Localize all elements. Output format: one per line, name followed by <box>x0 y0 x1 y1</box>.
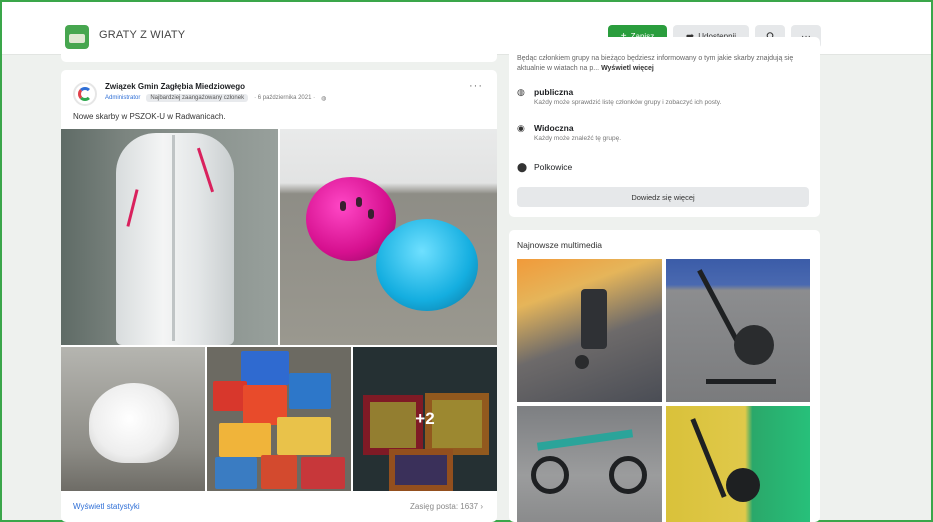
helmet-vent <box>340 201 346 211</box>
about-visibility-desc: Każdy może znaleźć tę grupę. <box>534 135 622 142</box>
globe-icon: ◍ <box>321 95 327 102</box>
bike-frame <box>690 418 727 498</box>
media-thumb-exercise-bike[interactable] <box>666 259 810 402</box>
about-privacy-title: publiczna <box>534 87 574 97</box>
game-box <box>215 457 257 489</box>
flywheel-shape <box>734 325 774 365</box>
helmet-vent <box>368 209 374 219</box>
post-text: Nowe skarby w PSZOK-U w Radwanicach. <box>73 112 226 121</box>
recent-media-card: Najnowsze multimedia <box>509 230 820 522</box>
eye-icon: ◉ <box>517 123 525 133</box>
author-role: Administrator <box>105 95 141 101</box>
chevron-right-icon: › <box>480 502 483 511</box>
balance-bike-frame <box>536 429 634 451</box>
post-meta: Administrator Najbardziej zaangażowany c… <box>105 94 326 102</box>
post-reach-text: Zasięg posta: 1637 <box>410 502 479 511</box>
post-photo-lamp[interactable] <box>61 347 205 491</box>
location-pin-icon: ⬤ <box>517 162 528 172</box>
jacket-shape <box>116 133 234 345</box>
helmet-vent <box>356 197 362 207</box>
wheel-shape <box>531 456 569 494</box>
about-description-text: Będąc członkiem grupy na bieżąco będzies… <box>517 55 794 72</box>
post-photo-jacket[interactable] <box>61 129 278 345</box>
post-photo-frames[interactable]: +2 <box>353 347 497 491</box>
about-privacy-desc: Każdy może sprawdzić listę członków grup… <box>534 99 722 106</box>
learn-more-button[interactable]: Dowiedz się więcej <box>517 187 809 207</box>
about-description: Będąc członkiem grupy na bieżąco będzies… <box>517 54 817 74</box>
wheel-shape <box>609 456 647 494</box>
post-author[interactable]: Związek Gmin Zagłębia Miedziowego <box>105 82 245 91</box>
post-photo-games[interactable] <box>207 347 351 491</box>
media-thumb-stroller[interactable] <box>517 259 662 402</box>
blue-helmet <box>376 219 478 311</box>
media-thumb-balance-bike[interactable] <box>517 406 662 522</box>
group-logo[interactable] <box>65 25 89 49</box>
post-time[interactable]: · 6 października 2021 · <box>254 95 315 101</box>
group-name[interactable]: GRATY Z WIATY <box>99 29 185 41</box>
wheel-shape <box>575 355 589 369</box>
more-photos-count[interactable]: +2 <box>353 347 497 491</box>
game-box <box>213 381 247 411</box>
lamp-shape <box>89 383 179 463</box>
previous-post-edge <box>61 54 497 62</box>
author-avatar[interactable] <box>73 82 97 106</box>
recent-media-title: Najnowsze multimedia <box>517 240 603 250</box>
post-reach[interactable]: Zasięg posta: 1637 › <box>410 502 483 511</box>
about-card: Będąc członkiem grupy na bieżąco będzies… <box>509 37 820 217</box>
game-box <box>289 373 331 409</box>
globe-icon: ◍ <box>517 87 525 97</box>
feed-post: Związek Gmin Zagłębia Miedziowego Admini… <box>61 70 497 522</box>
bike-base <box>706 379 776 384</box>
flywheel-shape <box>726 468 760 502</box>
game-box <box>301 457 345 489</box>
view-stats-link[interactable]: Wyświetl statystyki <box>73 502 140 511</box>
game-box <box>277 417 331 455</box>
about-visibility-title: Widoczna <box>534 123 574 133</box>
jacket-zip <box>172 135 175 341</box>
about-location-title[interactable]: Polkowice <box>534 162 572 172</box>
post-photo-helmets[interactable] <box>280 129 497 345</box>
see-more-link[interactable]: Wyświetl więcej <box>601 65 654 72</box>
post-options-icon[interactable]: ··· <box>469 80 483 92</box>
media-thumb-exercise-bike-2[interactable] <box>666 406 810 522</box>
game-box <box>241 351 289 385</box>
game-box <box>219 423 271 457</box>
author-badge: Najbardziej zaangażowany członek <box>146 94 249 102</box>
game-box <box>261 455 297 489</box>
stroller-shape <box>581 289 607 349</box>
